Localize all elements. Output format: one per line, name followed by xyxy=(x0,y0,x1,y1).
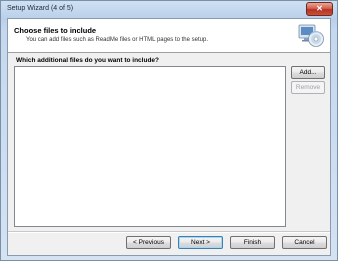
remove-button[interactable]: Remove xyxy=(291,81,325,94)
additional-files-list[interactable] xyxy=(14,66,286,227)
next-button[interactable]: Next > xyxy=(178,236,223,249)
add-button[interactable]: Add... xyxy=(291,66,325,79)
setup-disc-icon xyxy=(298,24,324,47)
files-prompt-label: Which additional files do you want to in… xyxy=(16,57,159,64)
wizard-client-area: Choose files to include You can add file… xyxy=(7,18,331,256)
wizard-header: Choose files to include You can add file… xyxy=(8,19,330,53)
previous-button[interactable]: < Previous xyxy=(126,236,171,249)
close-button[interactable]: ✕ xyxy=(306,2,333,16)
title-bar[interactable]: Setup Wizard (4 of 5) ✕ xyxy=(1,1,337,18)
window-title: Setup Wizard (4 of 5) xyxy=(7,5,74,12)
setup-wizard-window: Setup Wizard (4 of 5) ✕ Choose files to … xyxy=(0,0,338,261)
footer-separator xyxy=(8,231,330,233)
cancel-button[interactable]: Cancel xyxy=(282,236,327,249)
page-title: Choose files to include xyxy=(14,26,97,35)
page-description: You can add files such as ReadMe files o… xyxy=(26,37,208,43)
finish-button[interactable]: Finish xyxy=(230,236,275,249)
close-icon: ✕ xyxy=(316,4,323,13)
